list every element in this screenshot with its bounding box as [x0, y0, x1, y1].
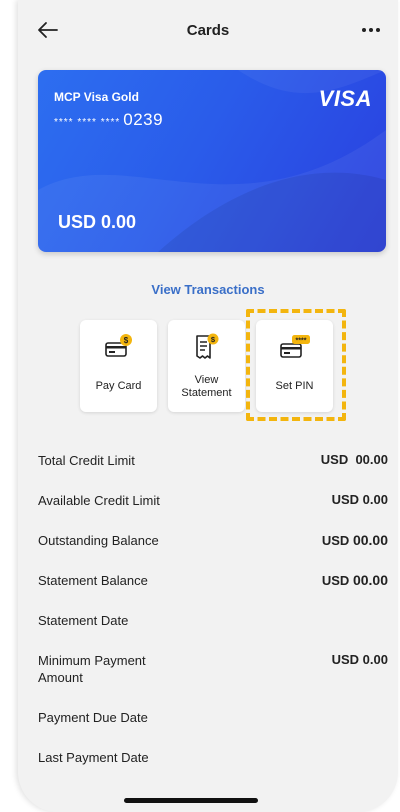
detail-value: USD 00.00	[322, 572, 388, 588]
detail-value-amount: 00.00	[355, 452, 388, 467]
view-statement-label: View Statement	[168, 374, 245, 400]
top-bar: Cards	[18, 14, 398, 48]
card-balance: USD 0.00	[58, 212, 137, 232]
detail-label: Total Credit Limit	[38, 453, 135, 468]
detail-value-currency: USD	[321, 573, 350, 588]
detail-label: Statement Date	[38, 613, 129, 628]
detail-label: Available Credit Limit	[38, 493, 160, 508]
detail-label: Last Payment Date	[38, 750, 149, 765]
detail-value-currency: USD	[320, 452, 349, 467]
detail-label-line1: Minimum Payment	[38, 653, 146, 668]
home-indicator[interactable]	[124, 798, 258, 803]
card-number: **** **** **** 0239	[54, 110, 163, 130]
detail-value: USD 00.00	[322, 532, 388, 548]
more-options-button[interactable]	[358, 18, 384, 42]
svg-text:$: $	[123, 336, 128, 345]
set-pin-button[interactable]: **** Set PIN	[256, 320, 333, 412]
credit-card[interactable]: MCP Visa Gold **** **** **** 0239 VISA US…	[38, 70, 386, 252]
card-number-last: 0239	[123, 110, 164, 129]
detail-value: USD 0.00	[331, 652, 388, 667]
view-transactions-link[interactable]: View Transactions	[18, 282, 398, 297]
pay-card-label: Pay Card	[95, 380, 142, 392]
set-pin-label: Set PIN	[275, 380, 314, 392]
detail-label: Statement Balance	[38, 573, 148, 588]
detail-value: USD 00.00	[321, 452, 388, 467]
phone-screen: Cards MCP Visa Gold **** **** **** 0239 V…	[18, 0, 398, 812]
detail-value-currency: USD	[321, 533, 350, 548]
card-name: MCP Visa Gold	[54, 90, 139, 104]
detail-label: Payment Due Date	[38, 710, 148, 725]
detail-label: Minimum Payment Amount	[38, 652, 146, 686]
pay-card-icon: $	[104, 334, 132, 357]
detail-value: USD 0.00	[331, 492, 388, 507]
view-statement-label-line2: Statement	[181, 387, 232, 399]
more-dots-icon	[362, 28, 366, 32]
detail-value-amount: 00.00	[352, 532, 388, 548]
page-title: Cards	[186, 22, 230, 39]
view-statement-button[interactable]: $ View Statement	[168, 320, 245, 412]
view-statement-label-line1: View	[194, 374, 219, 386]
set-pin-icon: ****	[279, 335, 310, 358]
visa-logo: VISA	[318, 86, 372, 111]
card-number-masked: **** **** ****	[54, 117, 121, 128]
pay-card-button[interactable]: $ Pay Card	[80, 320, 157, 412]
detail-label-line2: Amount	[38, 670, 83, 685]
statement-icon: $	[195, 333, 218, 359]
detail-label: Outstanding Balance	[38, 533, 159, 548]
svg-text:****: ****	[295, 338, 306, 345]
detail-value-amount: 00.00	[352, 572, 388, 588]
